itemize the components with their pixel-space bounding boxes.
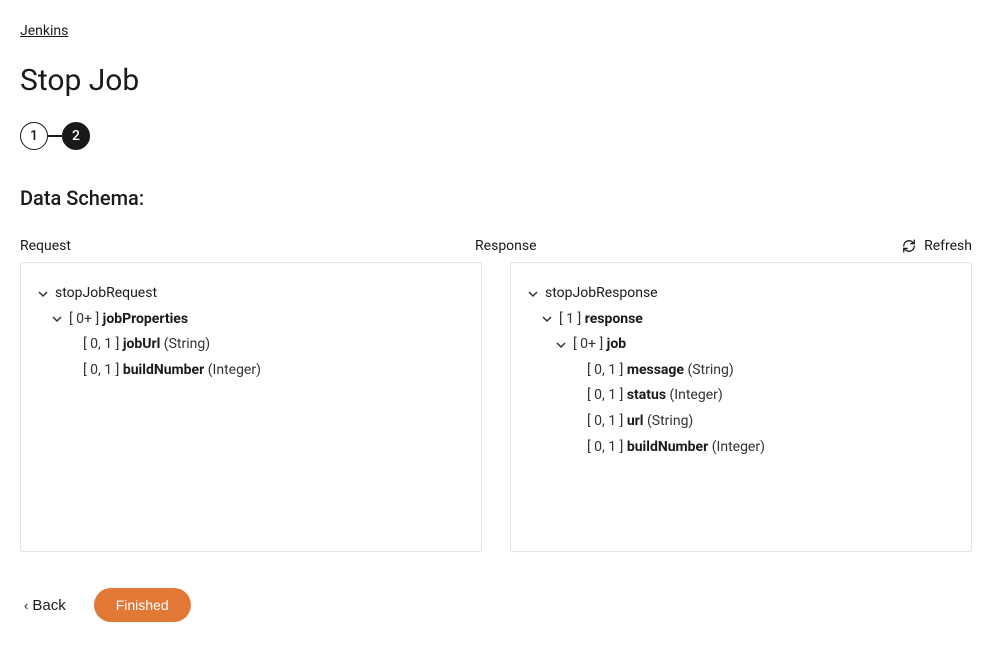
page-title: Stop Job (20, 63, 972, 98)
breadcrumb-jenkins[interactable]: Jenkins (20, 23, 68, 39)
response-panel: stopJobResponse [ 1 ] response (510, 262, 972, 552)
back-label: Back (32, 597, 65, 614)
chevron-down-icon (541, 313, 553, 325)
tree-node[interactable]: [ 0, 1 ] buildNumber (Integer) (65, 358, 465, 384)
node-label: stopJobRequest (55, 284, 157, 304)
node-label: [ 0, 1 ] buildNumber (Integer) (587, 438, 765, 458)
stepper: 1 2 (20, 122, 972, 150)
tree-node-root[interactable]: stopJobRequest (37, 281, 465, 307)
chevron-down-icon (51, 313, 63, 325)
step-connector (48, 135, 62, 137)
request-panel: stopJobRequest [ 0+ ] jobProperties (20, 262, 482, 552)
node-label: stopJobResponse (545, 284, 658, 304)
node-label: [ 0, 1 ] jobUrl (String) (83, 335, 210, 355)
node-label: [ 0+ ] jobProperties (69, 310, 188, 330)
response-label: Response (475, 238, 902, 254)
tree-node[interactable]: [ 0+ ] jobProperties (51, 307, 465, 333)
tree-node[interactable]: [ 0, 1 ] jobUrl (String) (65, 332, 465, 358)
back-button[interactable]: ‹ Back (20, 591, 70, 620)
chevron-down-icon (37, 288, 49, 300)
refresh-label: Refresh (924, 238, 972, 254)
step-2[interactable]: 2 (62, 122, 90, 150)
tree-node[interactable]: [ 0+ ] job (555, 332, 955, 358)
tree-node[interactable]: [ 0, 1 ] buildNumber (Integer) (569, 435, 955, 461)
node-label: [ 0, 1 ] buildNumber (Integer) (83, 361, 261, 381)
tree-node[interactable]: [ 0, 1 ] message (String) (569, 358, 955, 384)
node-label: [ 0, 1 ] message (String) (587, 361, 734, 381)
section-title: Data Schema: (20, 186, 972, 210)
finished-button[interactable]: Finished (94, 588, 191, 622)
refresh-icon (902, 239, 916, 253)
refresh-button[interactable]: Refresh (902, 238, 972, 254)
chevron-down-icon (527, 288, 539, 300)
node-label: [ 0+ ] job (573, 335, 626, 355)
chevron-left-icon: ‹ (24, 599, 28, 612)
tree-node[interactable]: [ 1 ] response (541, 307, 955, 333)
tree-node[interactable]: [ 0, 1 ] status (Integer) (569, 383, 955, 409)
tree-node-root[interactable]: stopJobResponse (527, 281, 955, 307)
node-label: [ 0, 1 ] url (String) (587, 412, 693, 432)
chevron-down-icon (555, 339, 567, 351)
node-label: [ 1 ] response (559, 310, 643, 330)
tree-node[interactable]: [ 0, 1 ] url (String) (569, 409, 955, 435)
step-1[interactable]: 1 (20, 122, 48, 150)
node-label: [ 0, 1 ] status (Integer) (587, 386, 723, 406)
request-label: Request (20, 238, 447, 254)
